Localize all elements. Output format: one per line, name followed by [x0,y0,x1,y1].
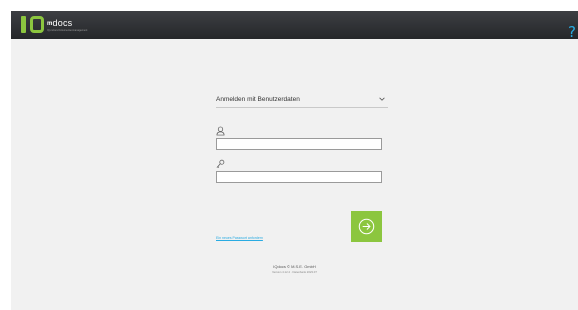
arrow-right-circle-icon [358,218,375,235]
user-icon [216,126,225,136]
login-mode-select[interactable]: Anmelden mit Benutzerdaten [216,94,388,108]
app-logo: mdocs IQ-mdocs Dokumentenmanagement [19,14,87,36]
top-bar: mdocs IQ-mdocs Dokumentenmanagement ? [11,11,578,40]
copyright-text: IQdocs © M.S.E. GmbH [273,264,316,269]
username-field[interactable] [216,138,382,150]
chevron-down-icon [379,97,385,101]
login-mode-label: Anmelden mit Benutzerdaten [216,96,300,103]
logo-tagline: IQ-mdocs Dokumentenmanagement [47,29,88,32]
login-panel: Anmelden mit Benutzerdaten Ein neues Pas… [11,39,578,310]
logo-brand-text: docs [52,18,73,28]
password-field[interactable] [216,171,382,183]
version-text: Version 4.12.4 · Datenbank 2023.07 [272,270,317,274]
login-submit-button[interactable] [351,211,382,242]
logo-i-mark [21,16,26,33]
forgot-password-link[interactable]: Ein neues Passwort anfordern [216,236,263,240]
key-icon [216,159,225,168]
help-icon[interactable]: ? [568,25,576,40]
logo-brand: mdocs [47,18,72,28]
logo-q-mark [30,16,44,33]
